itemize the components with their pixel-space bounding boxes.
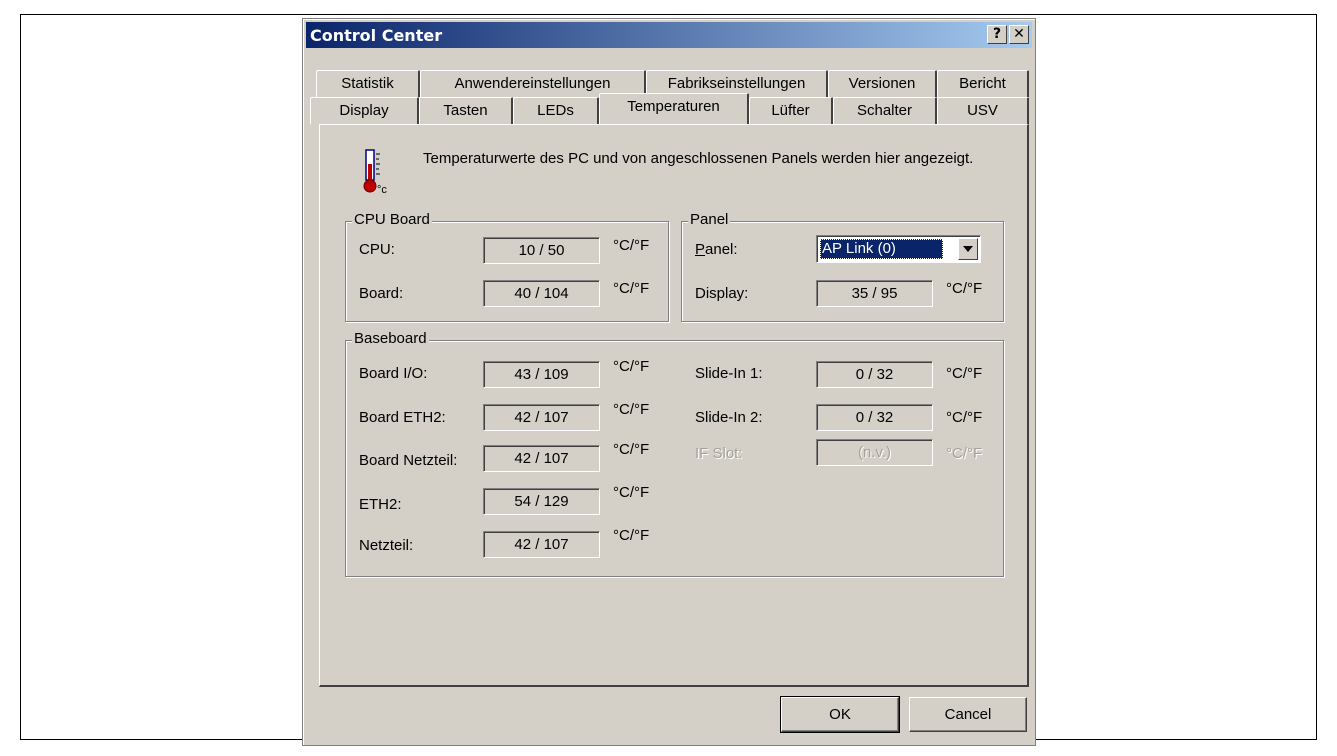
board-label: Board: <box>359 285 404 302</box>
panel-select-value: AP Link (0) <box>820 239 943 259</box>
close-button[interactable]: ✕ <box>1009 25 1029 44</box>
title-bar[interactable]: Control Center ? ✕ <box>306 22 1032 48</box>
board-io-label: Board I/O: <box>359 365 428 382</box>
tab-leds[interactable]: LEDs <box>513 97 599 124</box>
baseboard-group: Baseboard Board I/O: 43 / 109 °C/°F Boar… <box>345 330 1004 577</box>
board-eth2-unit: °C/°F <box>613 401 650 418</box>
ok-button[interactable]: OK <box>780 696 900 733</box>
panel-label-rest: anel: <box>705 241 738 258</box>
slide-in-2-unit: °C/°F <box>946 409 983 426</box>
temperaturen-tab-panel: °c Temperaturwerte des PC und von angesc… <box>319 124 1029 687</box>
cpu-board-title: CPU Board <box>352 211 432 228</box>
board-netzteil-label: Board Netzteil: <box>359 452 458 469</box>
panel-select[interactable]: AP Link (0) <box>816 235 981 263</box>
panel-label-accelerator: P <box>695 241 706 258</box>
if-slot-label: IF Slot: <box>695 445 743 462</box>
thermometer-icon: °c <box>362 148 388 196</box>
chevron-down-icon[interactable] <box>958 238 978 260</box>
panel-group-title: Panel <box>688 211 731 228</box>
netzteil-value: 42 / 107 <box>483 531 600 558</box>
slide-in-1-unit: °C/°F <box>946 365 983 382</box>
tab-versionen[interactable]: Versionen <box>828 70 937 97</box>
control-center-dialog: Control Center ? ✕ Statistik Anwenderein… <box>302 18 1036 746</box>
slide-in-1-label: Slide-In 1: <box>695 365 763 382</box>
cpu-label: CPU: <box>359 241 395 258</box>
tab-temperaturen[interactable]: Temperaturen <box>599 93 749 124</box>
eth2-unit: °C/°F <box>613 484 650 501</box>
cancel-button[interactable]: Cancel <box>909 697 1027 732</box>
cpu-value: 10 / 50 <box>483 237 600 264</box>
tab-tasten[interactable]: Tasten <box>419 97 513 124</box>
display-unit: °C/°F <box>946 280 983 297</box>
board-netzteil-value: 42 / 107 <box>483 445 600 472</box>
tab-statistik[interactable]: Statistik <box>316 70 420 97</box>
board-unit: °C/°F <box>613 280 650 297</box>
netzteil-label: Netzteil: <box>359 537 414 554</box>
if-slot-value: (n.v.) <box>816 439 933 466</box>
board-io-value: 43 / 109 <box>483 361 600 388</box>
tab-schalter[interactable]: Schalter <box>833 97 937 124</box>
baseboard-title: Baseboard <box>352 330 429 347</box>
netzteil-unit: °C/°F <box>613 527 650 544</box>
board-netzteil-unit: °C/°F <box>613 441 650 458</box>
eth2-value: 54 / 129 <box>483 488 600 515</box>
eth2-label: ETH2: <box>359 496 402 513</box>
tab-display[interactable]: Display <box>310 97 419 124</box>
window-title: Control Center <box>310 26 443 45</box>
if-slot-unit: °C/°F <box>946 445 983 462</box>
slide-in-2-label: Slide-In 2: <box>695 409 763 426</box>
slide-in-2-value: 0 / 32 <box>816 404 933 431</box>
panel-label: Panel: <box>695 241 738 258</box>
cpu-board-group: CPU Board CPU: 10 / 50 °C/°F Board: 40 /… <box>345 211 669 322</box>
tab-usv[interactable]: USV <box>937 97 1029 124</box>
board-io-unit: °C/°F <box>613 358 650 375</box>
info-text: Temperaturwerte des PC und von angeschlo… <box>423 150 974 167</box>
icon-unit-label: °c <box>377 184 387 196</box>
tab-bericht[interactable]: Bericht <box>937 70 1029 97</box>
cpu-unit: °C/°F <box>613 237 650 254</box>
slide-in-1-value: 0 / 32 <box>816 361 933 388</box>
board-eth2-value: 42 / 107 <box>483 404 600 431</box>
board-value: 40 / 104 <box>483 280 600 307</box>
display-value: 35 / 95 <box>816 280 933 307</box>
board-eth2-label: Board ETH2: <box>359 409 446 426</box>
panel-group: Panel Panel: AP Link (0) Display: 35 / 9… <box>681 211 1004 322</box>
tab-luefter[interactable]: Lüfter <box>749 97 833 124</box>
display-label: Display: <box>695 285 749 302</box>
help-button[interactable]: ? <box>987 25 1007 44</box>
